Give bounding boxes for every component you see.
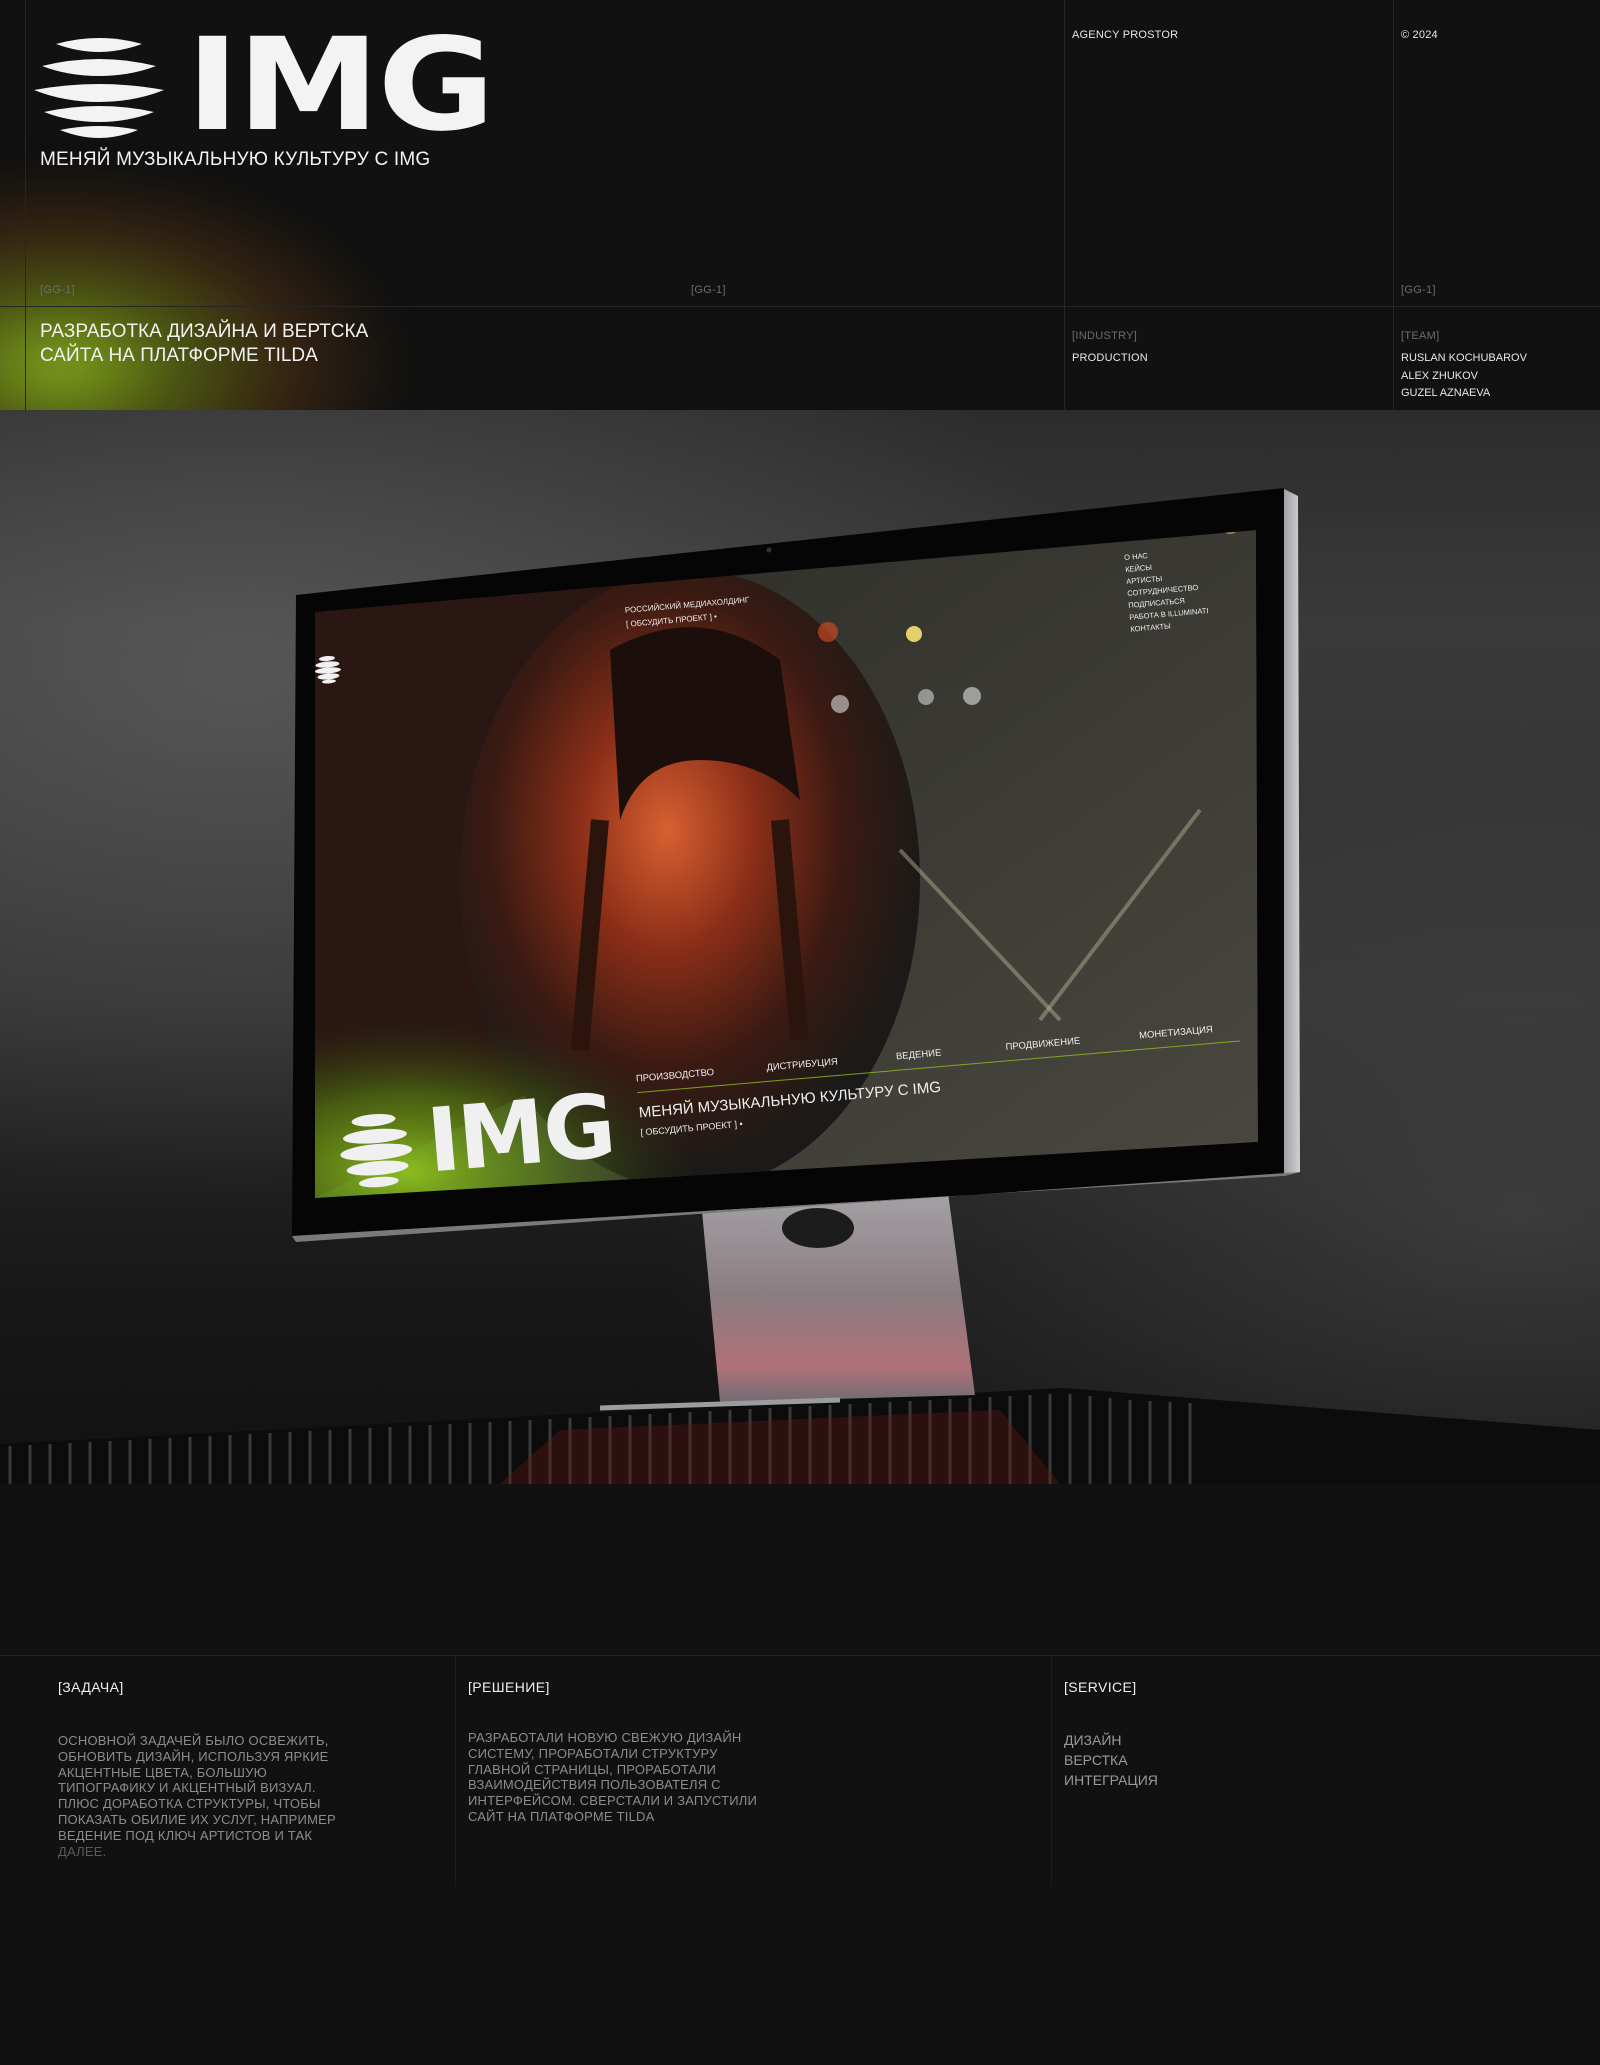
column-divider bbox=[455, 1656, 456, 1886]
grid-line bbox=[1064, 0, 1065, 410]
preview-cta[interactable]: [ ОБСУДИТЬ ПРОЕКТ ] • bbox=[640, 1119, 743, 1138]
task-line: ДАЛЕЕ. bbox=[58, 1843, 107, 1859]
task-line: ТИПОГРАФИКУ И АКЦЕНТНЫЙ ВИЗУАЛ. bbox=[58, 1780, 316, 1796]
tag-label: [GG-1] bbox=[40, 284, 75, 296]
solution-line: ИНТЕРФЕЙСОМ. СВЕРСТАЛИ И ЗАПУСТИЛИ bbox=[468, 1793, 758, 1809]
solution-line: ВЗАИМОДЕЙСТВИЯ ПОЛЬЗОВАТЕЛЯ С bbox=[468, 1777, 721, 1793]
service-list: ДИЗАЙН ВЕРСТКА ИНТЕГРАЦИЯ bbox=[1064, 1730, 1158, 1790]
solution-line: ГЛАВНОЙ СТРАНИЦЫ, ПРОРАБОТАЛИ bbox=[468, 1761, 717, 1777]
preview-tagline: МЕНЯЙ МУЗЫКАЛЬНУЮ КУЛЬТУРУ С IMG bbox=[638, 1078, 942, 1122]
eye-logo-icon bbox=[34, 38, 164, 138]
service-title: [SERVICE] bbox=[1064, 1679, 1137, 1695]
task-line: ОСНОВНОЙ ЗАДАЧЕЙ БЫЛО ОСВЕЖИТЬ, bbox=[58, 1733, 329, 1748]
preview-eye-icon bbox=[314, 655, 341, 684]
team-member: ALEX ZHUKOV bbox=[1401, 369, 1479, 382]
section-divider bbox=[0, 1655, 1600, 1656]
task-line: ПЛЮС ДОРАБОТКА СТРУКТУРЫ, ЧТОБЫ bbox=[58, 1796, 321, 1812]
task-line: ОБНОВИТЬ ДИЗАЙН, ИСПОЛЬЗУЯ ЯРКИЕ bbox=[58, 1748, 329, 1764]
grid-line bbox=[25, 0, 26, 410]
task-title: [ЗАДАЧА] bbox=[58, 1679, 124, 1695]
service-item: ВЕРСТКА bbox=[1064, 1752, 1128, 1768]
team-member: GUZEL AZNAEVA bbox=[1401, 387, 1491, 399]
solution-title: [РЕШЕНИЕ] bbox=[468, 1679, 550, 1695]
preview-menu-item[interactable]: КЕЙСЫ bbox=[1125, 563, 1153, 574]
column-divider bbox=[1051, 1656, 1052, 1886]
task-description: ОСНОВНОЙ ЗАДАЧЕЙ БЫЛО ОСВЕЖИТЬ, ОБНОВИТЬ… bbox=[58, 1733, 336, 1859]
preview-menu-item[interactable]: КОНТАКТЫ bbox=[1130, 621, 1171, 633]
preview-menu-item[interactable]: АРТИСТЫ bbox=[1126, 574, 1163, 586]
preview-top-cta[interactable]: [ ОБСУДИТЬ ПРОЕКТ ] • bbox=[626, 612, 718, 629]
solution-line: РАЗРАБОТАЛИ НОВУЮ СВЕЖУЮ ДИЗАЙН bbox=[468, 1730, 742, 1745]
task-line: ВЕДЕНИЕ ПОД КЛЮЧ АРТИСТОВ И ТАК bbox=[58, 1827, 313, 1843]
tag-label: [GG-1] bbox=[1401, 284, 1436, 296]
preview-top-text: РОССИЙСКИЙ МЕДИАХОЛДИНГ bbox=[625, 595, 751, 615]
service-item: ИНТЕГРАЦИЯ bbox=[1064, 1772, 1158, 1788]
solution-description: РАЗРАБОТАЛИ НОВУЮ СВЕЖУЮ ДИЗАЙН СИСТЕМУ,… bbox=[468, 1730, 757, 1825]
team-list: RUSLAN KOCHUBAROV ALEX ZHUKOV GUZEL AZNA… bbox=[1401, 350, 1527, 403]
grid-line bbox=[1393, 0, 1394, 410]
website-preview-ui: РОССИЙСКИЙ МЕДИАХОЛДИНГ [ ОБСУДИТЬ ПРОЕК… bbox=[314, 551, 1240, 1193]
tag-label: [GG-1] bbox=[691, 284, 726, 296]
img-logo[interactable]: IMG bbox=[34, 22, 495, 150]
industry-label: [INDUSTRY] bbox=[1072, 330, 1138, 342]
monitor-mockup: РОССИЙСКИЙ МЕДИАХОЛДИНГ [ ОБСУДИТЬ ПРОЕК… bbox=[0, 410, 1600, 1484]
preview-menu: О НАС КЕЙСЫ АРТИСТЫ СОТРУДНИЧЕСТВО ПОДПИ… bbox=[1124, 551, 1209, 634]
website-preview: РОССИЙСКИЙ МЕДИАХОЛДИНГ [ ОБСУДИТЬ ПРОЕК… bbox=[0, 410, 1600, 1484]
project-headline: РАЗРАБОТКА ДИЗАЙНА И ВЕРТСКА САЙТА НА ПЛ… bbox=[40, 320, 440, 368]
preview-logo-wordmark: IMG bbox=[423, 1074, 618, 1193]
preview-service-item[interactable]: МОНЕТИЗАЦИЯ bbox=[1139, 1024, 1214, 1041]
agency-name: AGENCY PROSTOR bbox=[1072, 29, 1179, 41]
copyright: © 2024 bbox=[1401, 29, 1438, 41]
headline-line: САЙТА НА ПЛАТФОРМЕ TILDA bbox=[40, 345, 318, 366]
case-details: [ЗАДАЧА] ОСНОВНОЙ ЗАДАЧЕЙ БЫЛО ОСВЕЖИТЬ,… bbox=[0, 1484, 1600, 2065]
headline-line: РАЗРАБОТКА ДИЗАЙНА И ВЕРТСКА bbox=[40, 321, 369, 342]
preview-menu-item[interactable]: О НАС bbox=[1124, 551, 1149, 562]
case-header: IMG МЕНЯЙ МУЗЫКАЛЬНУЮ КУЛЬТУРУ С IMG AGE… bbox=[0, 0, 1600, 410]
preview-eye-logo-icon bbox=[340, 1113, 413, 1188]
task-line: АКЦЕНТНЫЕ ЦВЕТА, БОЛЬШУЮ bbox=[58, 1764, 267, 1780]
preview-service-item[interactable]: ПРОИЗВОДСТВО bbox=[636, 1067, 715, 1085]
industry-value: PRODUCTION bbox=[1072, 352, 1148, 364]
task-line: ПОКАЗАТЬ ОБИЛИЕ ИХ УСЛУГ, НАПРИМЕР bbox=[58, 1811, 336, 1827]
preview-services: ПРОИЗВОДСТВО ДИСТРИБУЦИЯ ВЕДЕНИЕ ПРОДВИЖ… bbox=[636, 1024, 1214, 1084]
tagline: МЕНЯЙ МУЗЫКАЛЬНУЮ КУЛЬТУРУ С IMG bbox=[40, 149, 431, 170]
preview-service-item[interactable]: ВЕДЕНИЕ bbox=[896, 1048, 942, 1063]
logo-wordmark: IMG bbox=[186, 11, 495, 160]
solution-line: СИСТЕМУ, ПРОРАБОТАЛИ СТРУКТУРУ bbox=[468, 1745, 718, 1761]
preview-service-item[interactable]: ПРОДВИЖЕНИЕ bbox=[1005, 1036, 1081, 1053]
preview-service-item[interactable]: ДИСТРИБУЦИЯ bbox=[766, 1056, 838, 1073]
team-member: RUSLAN KOCHUBAROV bbox=[1401, 352, 1527, 364]
team-label: [TEAM] bbox=[1401, 330, 1440, 342]
grid-divider bbox=[0, 306, 1600, 307]
service-item: ДИЗАЙН bbox=[1064, 1732, 1122, 1748]
solution-line: САЙТ НА ПЛАТФОРМЕ TILDA bbox=[468, 1808, 655, 1824]
preview-menu-item[interactable]: СОТРУДНИЧЕСТВО bbox=[1127, 583, 1199, 598]
